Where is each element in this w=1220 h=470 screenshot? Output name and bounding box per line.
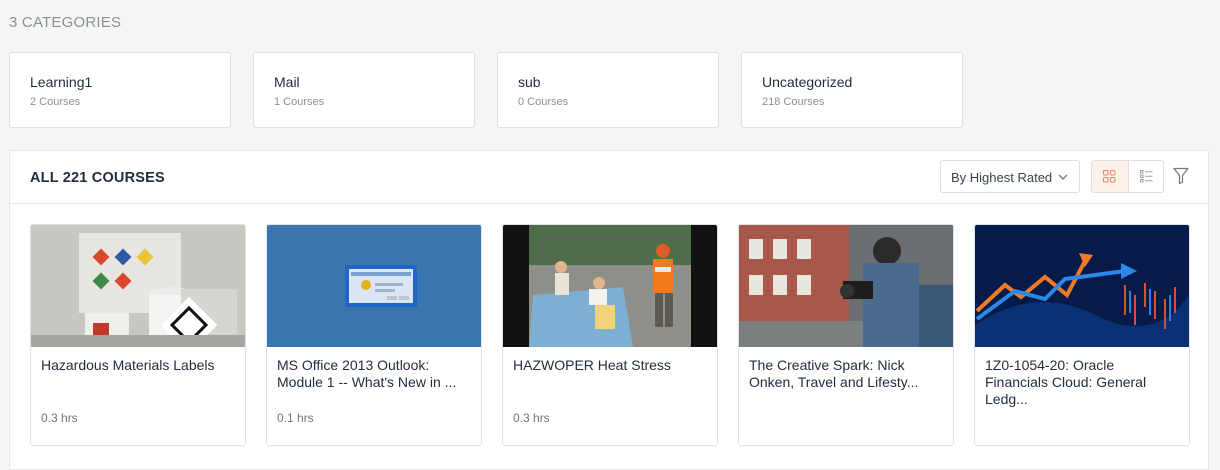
category-count: 0 Courses [518,96,569,108]
course-card[interactable]: MS Office 2013 Outlook: Module 1 -- What… [266,224,482,446]
course-card[interactable]: HAZWOPER Heat Stress 0.3 hrs [502,224,718,446]
list-view-button[interactable] [1129,161,1163,192]
course-thumbnail [739,225,953,347]
sort-selected-value: By Highest Rated [951,170,1053,185]
course-title: The Creative Spark: Nick Onken, Travel a… [749,357,919,390]
category-name: sub [518,74,541,90]
course-duration: 0.1 hrs [277,411,314,425]
category-name: Learning1 [30,74,93,90]
courses-heading: ALL 221 COURSES [30,170,165,186]
category-name: Mail [274,74,300,90]
sort-dropdown[interactable]: By Highest Rated [940,160,1080,193]
course-card[interactable]: 1Z0-1054-20: Oracle Financials Cloud: Ge… [974,224,1190,446]
filter-icon [1173,167,1189,185]
category-count: 2 Courses [30,96,81,108]
course-thumbnail [503,225,717,347]
course-card[interactable]: The Creative Spark: Nick Onken, Travel a… [738,224,954,446]
course-title: MS Office 2013 Outlook: Module 1 -- What… [277,357,457,390]
course-title: Hazardous Materials Labels [41,357,215,373]
category-card-uncategorized[interactable]: Uncategorized 218 Courses [741,52,963,128]
category-count: 1 Courses [274,96,325,108]
course-duration: 0.3 hrs [41,411,78,425]
course-thumbnail [31,225,245,347]
course-duration: 0.3 hrs [513,411,550,425]
course-title: HAZWOPER Heat Stress [513,357,671,373]
list-icon [1140,170,1153,183]
chevron-down-icon [1057,171,1069,186]
category-card-learning1[interactable]: Learning1 2 Courses [9,52,231,128]
course-thumbnail [975,225,1189,347]
grid-view-button[interactable] [1092,161,1129,192]
categories-heading: 3 CATEGORIES [9,14,122,31]
view-toggle [1091,160,1164,193]
category-card-sub[interactable]: sub 0 Courses [497,52,719,128]
category-name: Uncategorized [762,74,853,90]
grid-icon [1103,170,1116,183]
category-count: 218 Courses [762,96,825,108]
panel-divider [10,203,1208,204]
courses-panel: ALL 221 COURSES By Highest Rated Hazardo… [9,150,1209,470]
course-title: 1Z0-1054-20: Oracle Financials Cloud: Ge… [985,357,1147,407]
course-card[interactable]: Hazardous Materials Labels 0.3 hrs [30,224,246,446]
category-card-mail[interactable]: Mail 1 Courses [253,52,475,128]
course-thumbnail [267,225,481,347]
filter-button[interactable] [1173,167,1189,185]
